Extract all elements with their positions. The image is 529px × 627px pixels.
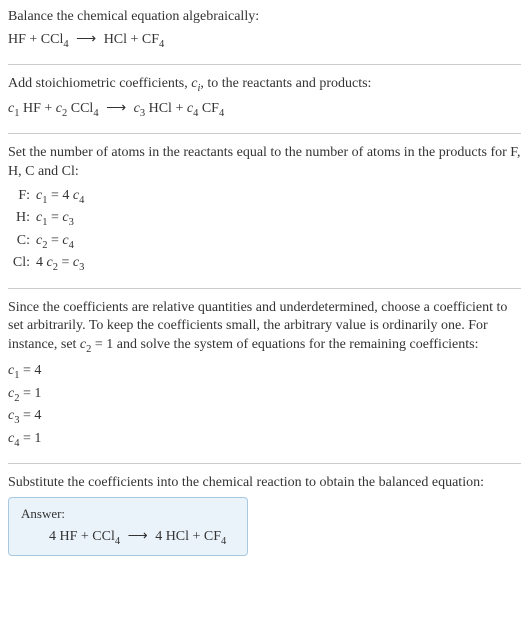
step3-text: Since the coefficients are relative quan… bbox=[8, 299, 521, 358]
step2-text: Set the number of atoms in the reactants… bbox=[8, 144, 521, 182]
divider bbox=[8, 463, 521, 464]
intro-equation: HF + CCl4 ⟶ HCl + CF4 bbox=[8, 31, 521, 52]
step1-equation: c1 HF + c2 CCl4 ⟶ c3 HCl + c4 CF4 bbox=[8, 100, 521, 121]
atom-label: F: bbox=[12, 186, 36, 206]
step4-text: Substitute the coefficients into the che… bbox=[8, 474, 521, 493]
atom-row: Cl: 4 c2 = c3 bbox=[12, 253, 521, 275]
answer-box: Answer: 4 HF + CCl4 ⟶ 4 HCl + CF4 bbox=[8, 497, 248, 556]
atom-equation: 4 c2 = c3 bbox=[36, 253, 84, 275]
answer-label: Answer: bbox=[21, 506, 235, 522]
atom-row: H: c1 = c3 bbox=[12, 208, 521, 230]
step4-section: Substitute the coefficients into the che… bbox=[8, 474, 521, 556]
step1-section: Add stoichiometric coefficients, ci, to … bbox=[8, 75, 521, 121]
step2-section: Set the number of atoms in the reactants… bbox=[8, 144, 521, 276]
solution-list: c1 = 4 c2 = 1 c3 = 4 c4 = 1 bbox=[8, 361, 521, 451]
divider bbox=[8, 288, 521, 289]
solution-row: c4 = 1 bbox=[8, 429, 521, 451]
atom-label: C: bbox=[12, 231, 36, 251]
solution-row: c2 = 1 bbox=[8, 384, 521, 406]
solution-row: c1 = 4 bbox=[8, 361, 521, 383]
atom-equation-table: F: c1 = 4 c4 H: c1 = c3 C: c2 = c4 Cl: 4… bbox=[12, 186, 521, 276]
solution-row: c3 = 4 bbox=[8, 406, 521, 428]
atom-label: H: bbox=[12, 208, 36, 228]
atom-equation: c2 = c4 bbox=[36, 231, 74, 253]
step3-section: Since the coefficients are relative quan… bbox=[8, 299, 521, 452]
atom-row: C: c2 = c4 bbox=[12, 231, 521, 253]
answer-equation: 4 HF + CCl4 ⟶ 4 HCl + CF4 bbox=[21, 528, 235, 547]
step1-text: Add stoichiometric coefficients, ci, to … bbox=[8, 75, 521, 96]
atom-equation: c1 = c3 bbox=[36, 208, 74, 230]
atom-label: Cl: bbox=[12, 253, 36, 273]
divider bbox=[8, 133, 521, 134]
divider bbox=[8, 64, 521, 65]
intro-title: Balance the chemical equation algebraica… bbox=[8, 8, 521, 27]
atom-equation: c1 = 4 c4 bbox=[36, 186, 84, 208]
atom-row: F: c1 = 4 c4 bbox=[12, 186, 521, 208]
intro-section: Balance the chemical equation algebraica… bbox=[8, 8, 521, 52]
